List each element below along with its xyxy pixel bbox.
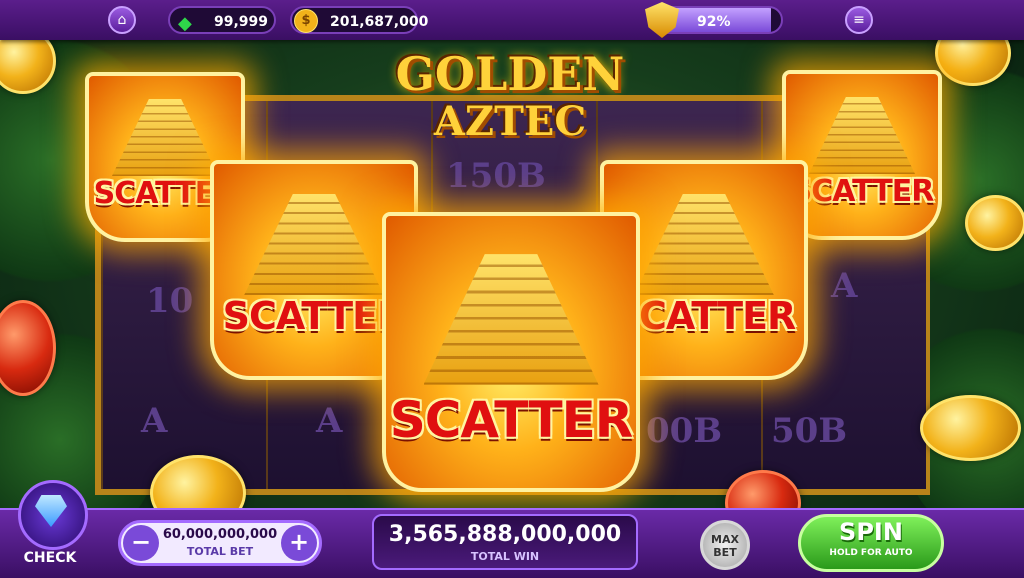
- home-button[interactable]: ⌂: [108, 6, 136, 34]
- decrease-bet-button[interactable]: −: [123, 525, 159, 561]
- pyramid-icon: [111, 98, 219, 177]
- logo-line-1: GOLDEN: [395, 47, 625, 101]
- coins-value: 201,687,000: [330, 14, 429, 30]
- total-win-value: 3,565,888,000,000: [388, 522, 622, 547]
- menu-icon: ≡: [853, 12, 865, 28]
- menu-button[interactable]: ≡: [845, 6, 873, 34]
- max-bet-line-1: MAX: [711, 533, 739, 546]
- home-icon: ⌂: [117, 12, 127, 28]
- check-label: CHECK: [23, 550, 77, 566]
- scatter-label: SCATTER: [790, 174, 935, 209]
- reel-symbol: 150B: [446, 156, 546, 196]
- total-win-label: TOTAL WIN: [470, 550, 540, 563]
- shield-percent: 92%: [697, 14, 731, 30]
- scatter-label: SCATTER: [389, 391, 634, 449]
- diamond-icon: [35, 495, 67, 527]
- check-button[interactable]: [18, 480, 88, 550]
- top-bar: ⌂ ◆ 99,999 $ 201,687,000 92% ≡: [0, 0, 1024, 40]
- coin-icon: $: [294, 9, 318, 33]
- pyramid-icon: [634, 193, 774, 296]
- game-scene: 150B 10 A 00B 50B A A GOLDEN AZTEC SCATT…: [0, 0, 1024, 576]
- spin-sublabel: HOLD FOR AUTO: [829, 548, 913, 558]
- total-bet-label: TOTAL BET: [186, 545, 254, 558]
- reel-symbol: A: [831, 266, 858, 306]
- reel-symbol: A: [141, 401, 168, 441]
- spin-button[interactable]: SPIN HOLD FOR AUTO: [798, 514, 944, 572]
- coin-icon: [965, 195, 1024, 251]
- reel-symbol: 50B: [771, 411, 848, 451]
- game-logo: GOLDEN AZTEC: [385, 48, 635, 152]
- gems-balance: ◆ 99,999: [168, 6, 276, 34]
- increase-bet-button[interactable]: +: [281, 525, 317, 561]
- max-bet-button[interactable]: MAX BET: [700, 520, 750, 570]
- logo-line-2: AZTEC: [433, 98, 587, 145]
- reel-symbol: 10: [146, 281, 194, 321]
- pyramid-icon: [808, 96, 916, 175]
- pyramid-icon: [244, 193, 384, 296]
- reel-symbol: 00B: [646, 411, 723, 451]
- reel-symbol: A: [316, 401, 343, 441]
- gem-icon: ◆: [178, 13, 192, 34]
- coins-balance: $ 201,687,000: [290, 6, 428, 34]
- scatter-symbol-center: SCATTER: [382, 212, 640, 492]
- coin-icon: [920, 395, 1021, 461]
- total-bet-panel: − 60,000,000,000 TOTAL BET +: [118, 520, 322, 566]
- gems-value: 99,999: [214, 14, 269, 30]
- bottom-bar: CHECK − 60,000,000,000 TOTAL BET + 3,565…: [0, 480, 1024, 578]
- total-bet-value: 60,000,000,000: [162, 527, 278, 542]
- max-bet-line-2: BET: [713, 546, 737, 559]
- spin-label: SPIN: [839, 518, 903, 546]
- pyramid-icon: [423, 254, 599, 385]
- total-win-panel: 3,565,888,000,000 TOTAL WIN: [372, 514, 638, 570]
